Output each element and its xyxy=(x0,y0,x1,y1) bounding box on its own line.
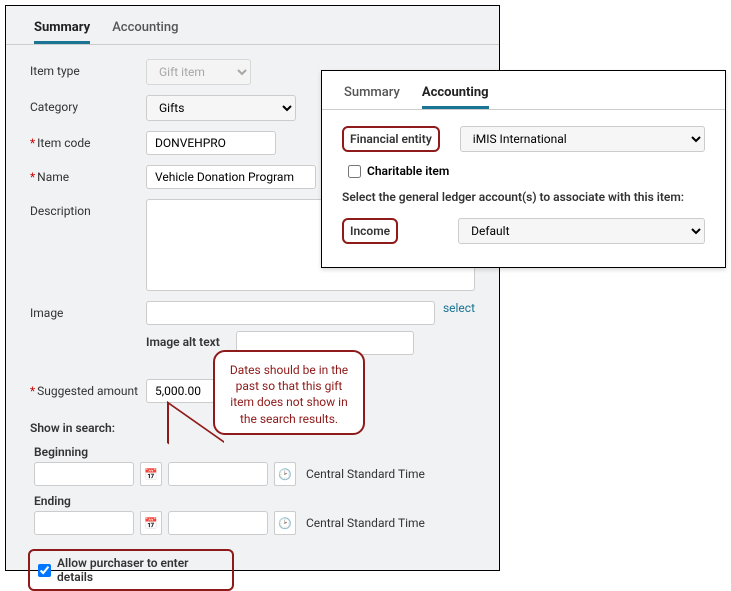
calendar-icon[interactable]: 📅 xyxy=(140,511,162,535)
category-select[interactable]: Gifts xyxy=(146,95,296,121)
allow-purchaser-label: Allow purchaser to enter details xyxy=(57,556,224,584)
allow-purchaser-checkbox[interactable] xyxy=(38,564,51,577)
tab-accounting[interactable]: Accounting xyxy=(112,20,178,44)
ending-tz: Central Standard Time xyxy=(306,516,425,530)
label-financial-entity: Financial entity xyxy=(342,126,440,152)
accounting-panel: Summary Accounting Financial entity iMIS… xyxy=(321,70,726,268)
clock-icon[interactable]: 🕑 xyxy=(274,462,296,486)
label-charitable: Charitable item xyxy=(367,164,449,178)
label-image: Image xyxy=(30,301,146,320)
spacer xyxy=(30,331,146,336)
label-income: Income xyxy=(342,218,398,244)
label-item-code: Item code xyxy=(30,131,146,150)
income-select[interactable]: Default xyxy=(458,218,705,244)
suggested-input[interactable] xyxy=(146,379,220,403)
calendar-icon[interactable]: 📅 xyxy=(140,462,162,486)
ending-time-input[interactable] xyxy=(168,511,268,535)
tab-summary[interactable]: Summary xyxy=(34,20,90,44)
name-input[interactable] xyxy=(146,165,316,189)
clock-icon[interactable]: 🕑 xyxy=(274,511,296,535)
beginning-tz: Central Standard Time xyxy=(306,467,425,481)
allow-purchaser-row[interactable]: Allow purchaser to enter details xyxy=(28,549,234,591)
charitable-checkbox[interactable] xyxy=(348,165,361,178)
accounting-form: Financial entity iMIS International Char… xyxy=(322,110,725,272)
item-type-select: Gift item xyxy=(146,59,251,85)
gl-help-text: Select the general ledger account(s) to … xyxy=(342,190,705,204)
ending-group: Ending 📅 🕑 Central Standard Time xyxy=(34,494,499,535)
item-code-input[interactable] xyxy=(146,131,276,155)
overlay-tab-summary[interactable]: Summary xyxy=(344,85,400,109)
select-image-link[interactable]: select xyxy=(443,301,475,315)
label-name: Name xyxy=(30,165,146,184)
label-description: Description xyxy=(30,199,146,218)
callout-bubble: Dates should be in the past so that this… xyxy=(213,350,365,435)
main-tabs: Summary Accounting xyxy=(6,6,499,45)
beginning-group: Beginning 📅 🕑 Central Standard Time xyxy=(34,445,499,486)
image-input[interactable] xyxy=(146,301,435,325)
label-category: Category xyxy=(30,95,146,114)
label-beginning: Beginning xyxy=(34,445,499,459)
label-item-type: Item type xyxy=(30,59,146,78)
overlay-tab-accounting[interactable]: Accounting xyxy=(422,85,489,109)
label-ending: Ending xyxy=(34,494,499,508)
beginning-date-input[interactable] xyxy=(34,462,134,486)
label-image-alt: Image alt text xyxy=(146,335,220,349)
ending-date-input[interactable] xyxy=(34,511,134,535)
financial-entity-select[interactable]: iMIS International xyxy=(460,126,705,152)
overlay-tabs: Summary Accounting xyxy=(322,71,725,110)
label-suggested: Suggested amount xyxy=(30,379,146,398)
